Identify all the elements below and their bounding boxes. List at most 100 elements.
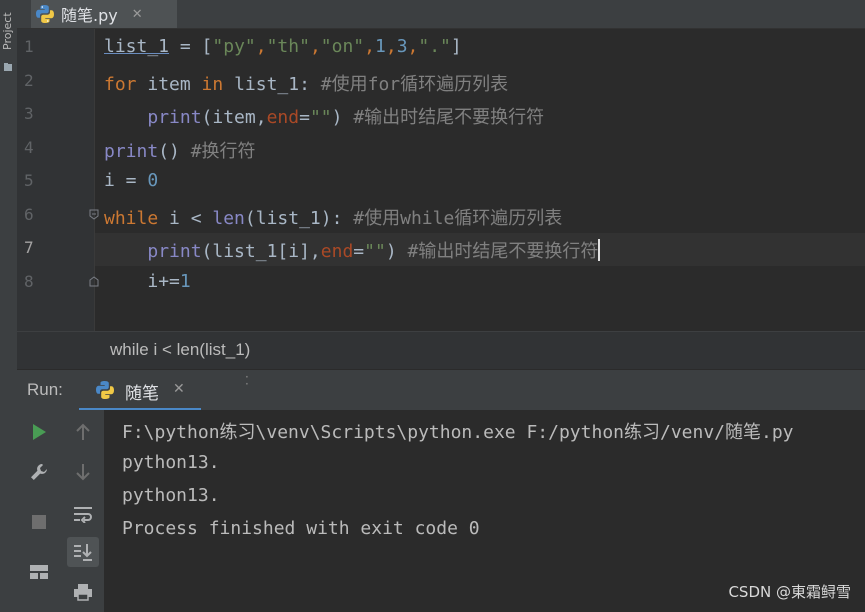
code-token: ): [385, 241, 408, 262]
builtin-token: print: [104, 141, 159, 162]
project-tool-button[interactable]: Project: [1, 4, 16, 50]
editor-tab-file[interactable]: 随笔.py ✕: [31, 0, 177, 28]
code-token: (list_1):: [244, 208, 354, 229]
python-file-icon: [36, 5, 54, 23]
console-line-command: F:\python练习\venv\Scripts\python.exe F:/p…: [122, 422, 794, 443]
line-number: 4: [24, 138, 34, 157]
comment-token: #使用while循环遍历列表: [353, 208, 563, 229]
comma-token: ,: [309, 36, 321, 57]
code-line-4: print() #换行符: [104, 137, 256, 163]
code-line-2: for item in list_1: #使用for循环遍历列表: [104, 70, 508, 96]
scroll-down-button[interactable]: [69, 458, 97, 486]
project-tool-strip: Project: [0, 0, 18, 612]
run-panel-label: Run:: [27, 380, 63, 399]
comment-token: #使用for循环遍历列表: [320, 74, 509, 95]
code-token: = [: [169, 36, 213, 57]
line-number: 5: [24, 171, 34, 190]
scroll-to-end-icon: [74, 544, 92, 561]
string-token: "py": [212, 36, 256, 57]
param-token: end: [320, 241, 354, 262]
code-editor[interactable]: 1 2 3 4 5 6 7 8 list_1 = ["py","th","on"…: [17, 29, 865, 331]
run-panel-header: Run: 随笔 ✕ · ·: [17, 369, 865, 411]
code-token: =: [299, 107, 310, 128]
code-token: ]: [450, 36, 462, 57]
comma-token: ,: [385, 36, 397, 57]
scroll-up-button[interactable]: [69, 418, 97, 446]
play-icon: [33, 424, 46, 440]
line-number: 1: [24, 37, 34, 56]
code-token: i+=: [147, 271, 180, 292]
code-token: (item,: [201, 107, 267, 128]
more-options-icon[interactable]: · ·: [245, 371, 249, 390]
edit-configuration-button[interactable]: [25, 458, 53, 486]
breadcrumb-item[interactable]: while i < len(list_1): [110, 340, 250, 360]
comment-token: #输出时结尾不要换行符: [407, 241, 599, 262]
comment-token: #换行符: [190, 141, 256, 162]
run-tab-label: 随笔: [125, 384, 159, 404]
editor-tab-bar: 随笔.py ✕: [17, 0, 865, 29]
comment-token: #输出时结尾不要换行符: [353, 107, 545, 128]
line-number: 3: [24, 104, 34, 123]
comma-token: ,: [407, 36, 419, 57]
printer-icon: [74, 584, 92, 601]
close-icon[interactable]: ✕: [173, 381, 185, 397]
scroll-to-end-button[interactable]: [69, 538, 97, 566]
code-token: i <: [158, 208, 213, 229]
watermark-text: CSDN @東霜鲟雪: [728, 583, 851, 601]
python-run-config-icon: [96, 381, 114, 399]
code-line-1: list_1 = ["py","th","on",1,3,"."]: [104, 36, 462, 57]
print-button[interactable]: [69, 578, 97, 606]
stop-button[interactable]: [25, 508, 53, 536]
project-icon: [4, 63, 12, 71]
builtin-token: len: [212, 208, 245, 229]
keyword-token: in: [201, 74, 224, 95]
line-number: 8: [24, 272, 34, 291]
number-token: 0: [147, 170, 159, 191]
string-token: "on": [320, 36, 365, 57]
layout-button[interactable]: [25, 558, 53, 586]
breadcrumb: while i < len(list_1): [17, 331, 865, 369]
string-token: "": [364, 241, 386, 262]
param-token: end: [266, 107, 300, 128]
builtin-token: print: [147, 107, 202, 128]
layout-icon: [30, 565, 48, 579]
run-toolbar-secondary: [62, 410, 105, 612]
arrow-up-icon: [76, 423, 90, 440]
code-token: item: [136, 74, 202, 95]
close-icon[interactable]: ✕: [132, 7, 143, 22]
string-token: "": [309, 107, 332, 128]
line-number: 6: [24, 205, 34, 224]
code-line-8: i+=1: [104, 271, 191, 292]
line-number: 2: [24, 71, 34, 90]
soft-wrap-button[interactable]: [69, 500, 97, 528]
number-token: 3: [396, 36, 408, 57]
code-token: (): [158, 141, 191, 162]
line-number-gutter: 1 2 3 4 5 6 7 8: [17, 29, 94, 331]
line-number-current: 7: [24, 238, 34, 257]
stop-icon: [32, 515, 46, 529]
string-token: ".": [418, 36, 451, 57]
code-token: i =: [104, 170, 148, 191]
code-line-5: i = 0: [104, 170, 158, 191]
editor-tab-label: 随笔.py: [61, 6, 118, 25]
number-token: 1: [179, 271, 191, 292]
comma-token: ,: [364, 36, 375, 57]
run-toolbar-primary: [17, 410, 62, 612]
number-token: 1: [375, 36, 386, 57]
fold-end-icon[interactable]: [89, 276, 99, 287]
console-line: python13.: [122, 485, 220, 506]
arrow-down-icon: [76, 464, 90, 481]
code-token: (list_1[i],: [201, 241, 321, 262]
rerun-button[interactable]: [25, 418, 53, 446]
builtin-token: print: [147, 241, 202, 262]
code-token: ): [331, 107, 354, 128]
run-tab[interactable]: 随笔 ✕: [79, 370, 201, 411]
wrench-icon: [31, 464, 47, 480]
fold-start-icon[interactable]: [89, 209, 99, 220]
text-caret: [598, 239, 601, 261]
code-line-6: while i < len(list_1): #使用while循环遍历列表: [104, 204, 562, 230]
code-token: =: [353, 241, 365, 262]
